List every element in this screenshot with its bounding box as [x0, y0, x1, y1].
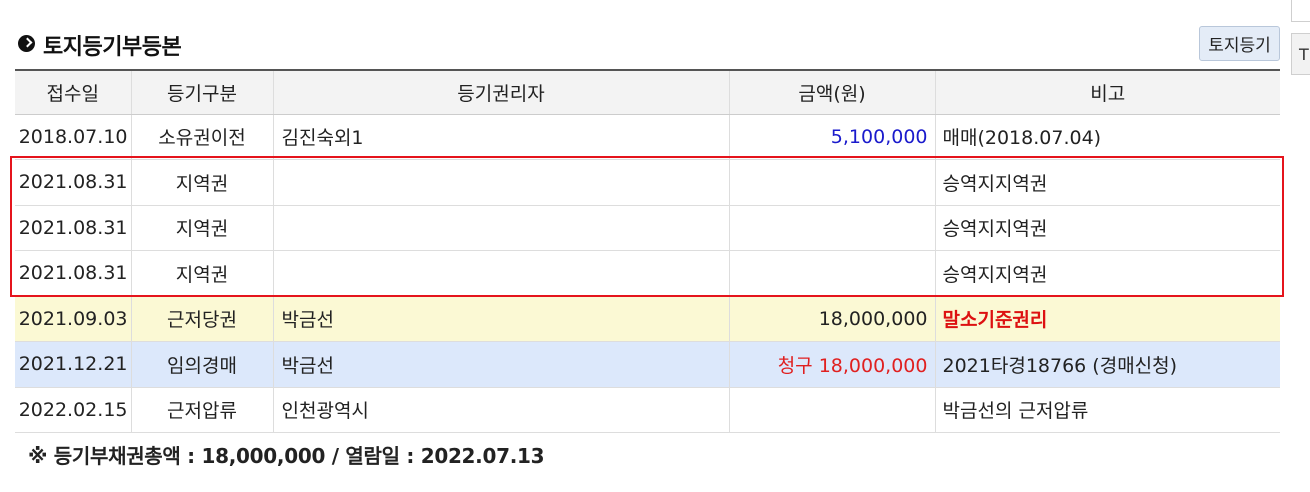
col-header-remarks: 비고 [934, 69, 1280, 115]
cell-date: 2021.09.03 [15, 296, 131, 342]
table-row: 2021.08.31 지역권 승역지지역권 [15, 159, 1280, 206]
cell-note: 승역지지역권 [934, 205, 1280, 251]
cell-type: 지역권 [130, 205, 273, 251]
col-header-right-holder: 등기권리자 [272, 69, 729, 115]
edge-tab[interactable]: T [1291, 33, 1310, 75]
cell-holder [272, 159, 729, 206]
land-registry-button[interactable]: 토지등기 [1199, 26, 1280, 61]
cell-amount: 18,000,000 [728, 296, 935, 342]
table-row-baseline: 2021.09.03 근저당권 박금선 18,000,000 말소기준권리 [15, 296, 1280, 342]
cell-holder [272, 205, 729, 251]
cell-date: 2021.08.31 [15, 205, 131, 251]
cell-holder [272, 250, 729, 297]
cell-date: 2021.08.31 [15, 250, 131, 297]
table-row: 2021.08.31 지역권 승역지지역권 [15, 250, 1280, 297]
cell-amount [728, 250, 935, 297]
section-title: 토지등기부등본 [43, 35, 182, 60]
cell-amount [728, 159, 935, 206]
cell-note: 2021타경18766 (경매신청) [934, 341, 1280, 388]
cell-type: 지역권 [130, 159, 273, 206]
cell-type: 지역권 [130, 250, 273, 297]
table-row: 2021.08.31 지역권 승역지지역권 [15, 205, 1280, 251]
col-header-amount: 금액(원) [728, 69, 935, 115]
table-row-auction: 2021.12.21 임의경매 박금선 청구 18,000,000 2021타경… [15, 341, 1280, 388]
cell-note: 박금선의 근저압류 [934, 387, 1280, 433]
cell-note: 승역지지역권 [934, 250, 1280, 297]
circle-arrow-right-icon [18, 35, 35, 52]
cell-type: 근저압류 [130, 387, 273, 433]
cell-amount [728, 387, 935, 433]
cell-note: 말소기준권리 [934, 296, 1280, 342]
cell-amount: 5,100,000 [728, 114, 935, 160]
col-header-registry-type: 등기구분 [130, 69, 273, 115]
table-header-row: 접수일 등기구분 등기권리자 금액(원) 비고 [15, 69, 1280, 115]
cell-holder: 김진숙외1 [272, 114, 729, 160]
cell-date: 2021.12.21 [15, 341, 131, 388]
edge-tab-label: T [1299, 45, 1309, 64]
cell-note: 매매(2018.07.04) [934, 114, 1280, 160]
cell-amount [728, 205, 935, 251]
cell-date: 2021.08.31 [15, 159, 131, 206]
cell-holder: 박금선 [272, 296, 729, 342]
cell-type: 소유권이전 [130, 114, 273, 160]
cell-date: 2022.02.15 [15, 387, 131, 433]
cell-holder: 인천광역시 [272, 387, 729, 433]
registry-table: 접수일 등기구분 등기권리자 금액(원) 비고 2018.07.10 소유권이전… [15, 69, 1280, 433]
cell-date: 2018.07.10 [15, 114, 131, 160]
cell-type: 임의경매 [130, 341, 273, 388]
edge-panel [1291, 0, 1310, 22]
table-row: 2022.02.15 근저압류 인천광역시 박금선의 근저압류 [15, 387, 1280, 433]
footer-summary: ※ 등기부채권총액 : 18,000,000 / 열람일 : 2022.07.1… [28, 444, 545, 468]
cell-holder: 박금선 [272, 341, 729, 388]
cell-note: 승역지지역권 [934, 159, 1280, 206]
col-header-receipt-date: 접수일 [15, 69, 131, 115]
table-row: 2018.07.10 소유권이전 김진숙외1 5,100,000 매매(2018… [15, 114, 1280, 160]
cell-type: 근저당권 [130, 296, 273, 342]
cell-amount: 청구 18,000,000 [728, 341, 935, 388]
section-header: 토지등기부등본 토지등기 [15, 26, 1280, 62]
